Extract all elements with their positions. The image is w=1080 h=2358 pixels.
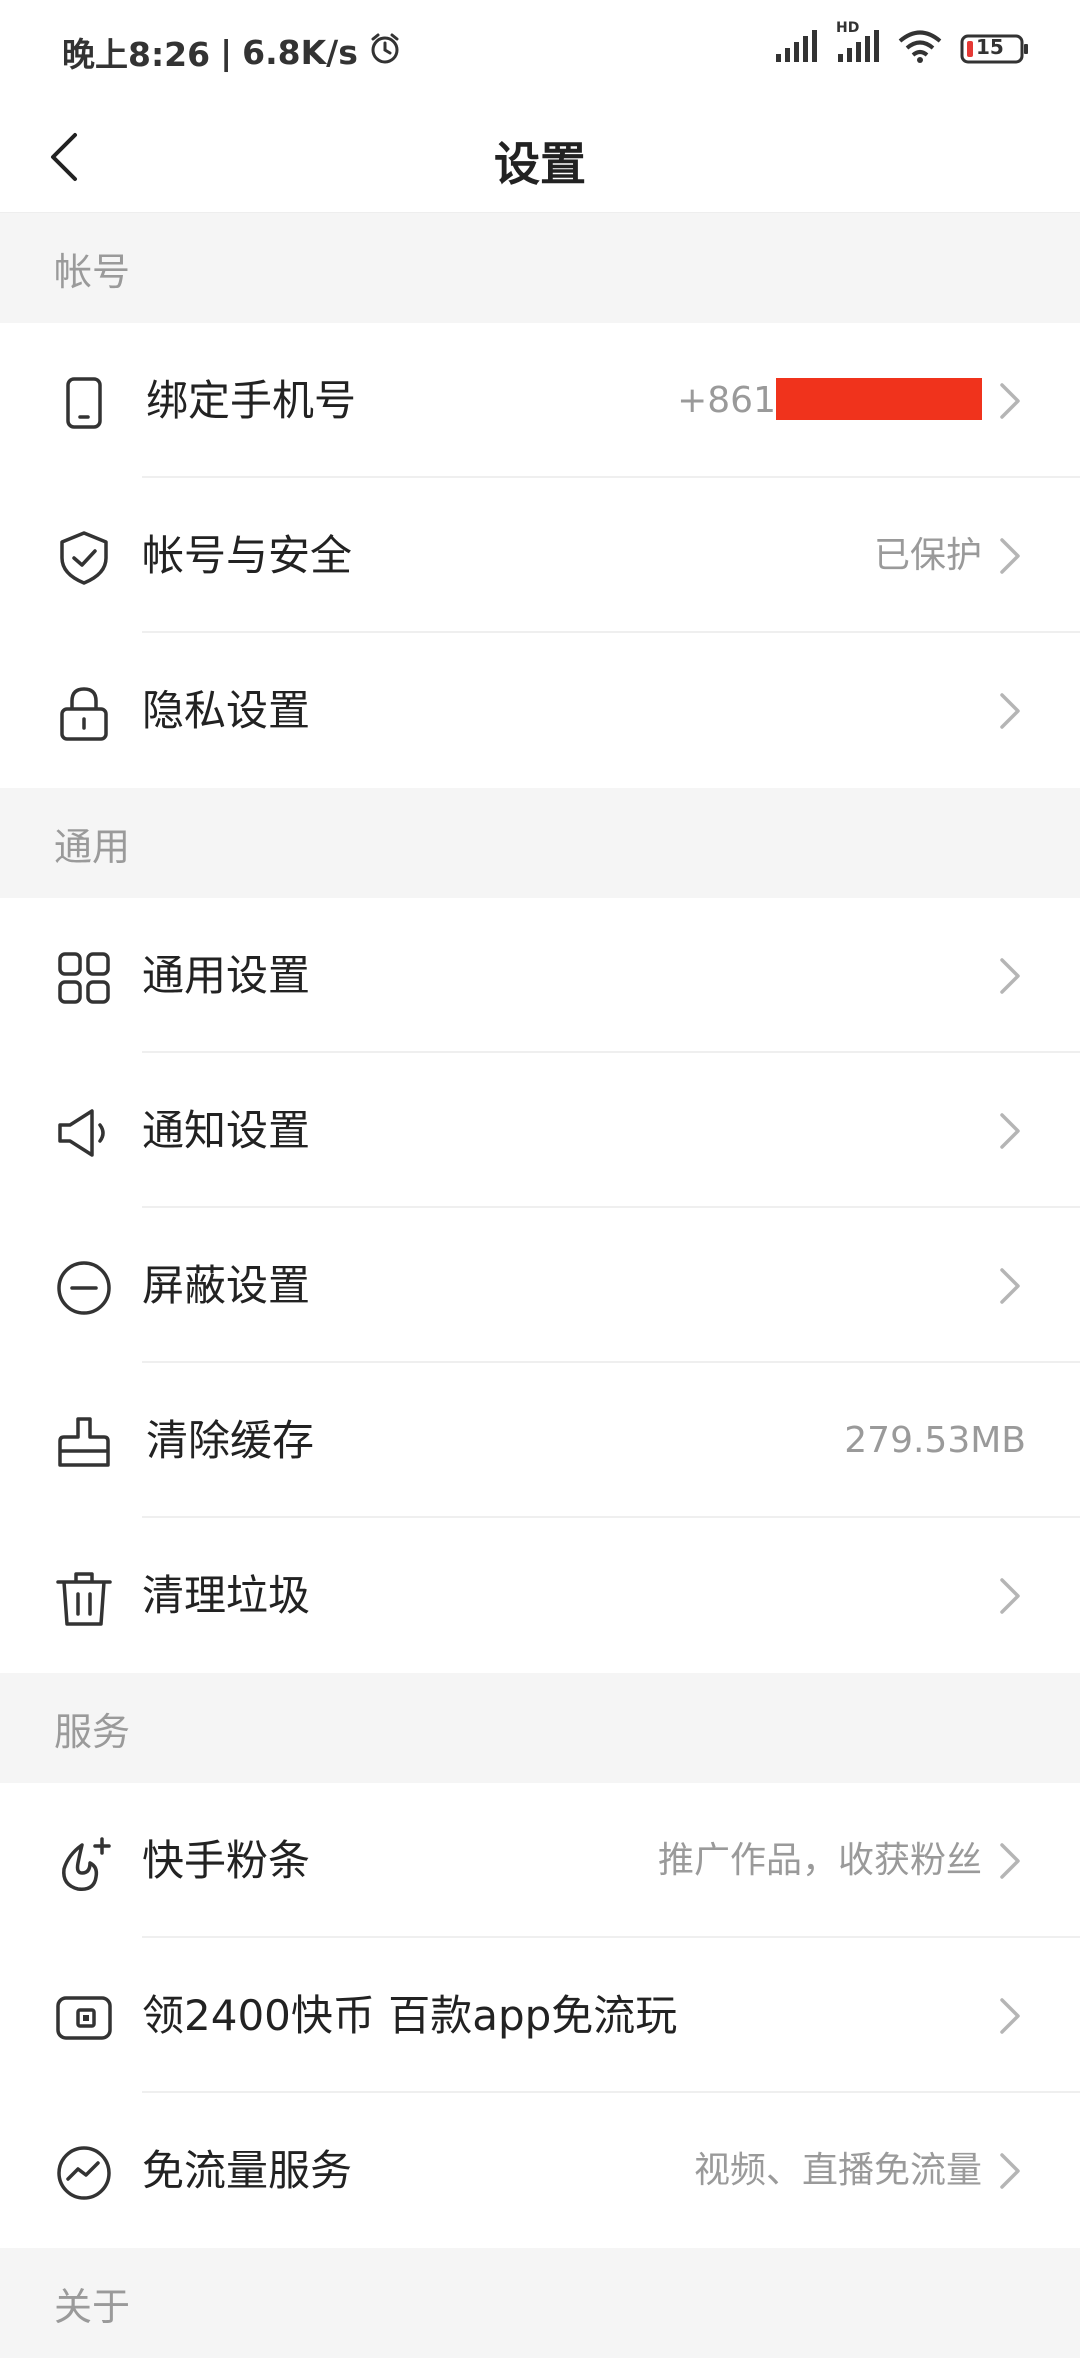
- account-group: 绑定手机号 +861 帐号与安全 已保护 隐私设置: [0, 323, 1080, 788]
- section-header-account: 帐号: [0, 213, 1080, 323]
- section-header-services: 服务: [0, 1673, 1080, 1783]
- chevron-right-icon: [1000, 1843, 1020, 1879]
- row-value-phone: +861: [677, 375, 982, 427]
- row-notification-settings[interactable]: 通知设置: [0, 1053, 1080, 1208]
- chevron-right-icon: [1000, 1998, 1020, 2034]
- row-label: 快手粉条: [142, 1836, 311, 1885]
- row-label: 清理垃圾: [142, 1571, 311, 1620]
- status-net-speed: 6.8K/s: [242, 32, 358, 72]
- shield-check-icon: [54, 528, 114, 588]
- row-label: 帐号与安全: [142, 531, 353, 580]
- row-label: 绑定手机号: [146, 376, 357, 425]
- redacted-phone: [776, 378, 982, 420]
- chevron-right-icon: [1000, 958, 1020, 994]
- grid-icon: [54, 948, 114, 1008]
- alarm-icon: [368, 31, 402, 73]
- status-bar: 晚上8:26 | 6.8K/s HD 15: [0, 0, 1080, 100]
- chevron-right-icon: [1000, 538, 1020, 574]
- hd-label: HD: [836, 20, 860, 36]
- row-label: 屏蔽设置: [142, 1261, 311, 1310]
- status-right: HD 15: [774, 20, 1030, 68]
- signal-hd-icon: HD: [836, 20, 880, 68]
- section-header-about: 关于: [0, 2248, 1080, 2358]
- chevron-right-icon: [1000, 693, 1020, 729]
- row-value: 已保护: [873, 535, 982, 576]
- signal-icon: [774, 30, 818, 68]
- row-clear-cache[interactable]: 清除缓存 279.53MB: [0, 1363, 1080, 1518]
- chevron-right-icon: [1000, 1113, 1020, 1149]
- row-block-settings[interactable]: 屏蔽设置: [0, 1208, 1080, 1363]
- app-bar: 设置: [0, 100, 1080, 213]
- phone-prefix: +861: [677, 380, 776, 421]
- speaker-icon: [54, 1103, 114, 1163]
- row-label: 通用设置: [142, 951, 311, 1000]
- row-data-free-service[interactable]: 免流量服务 视频、直播免流量: [0, 2093, 1080, 2248]
- row-general-settings[interactable]: 通用设置: [0, 898, 1080, 1053]
- row-fan-boost[interactable]: 快手粉条 推广作品，收获粉丝: [0, 1783, 1080, 1938]
- broom-icon: [54, 1413, 114, 1473]
- general-group: 通用设置 通知设置 屏蔽设置 清除缓存 279.53MB 清理垃圾: [0, 898, 1080, 1673]
- data-free-icon: [54, 2143, 114, 2203]
- row-value: 推广作品，收获粉丝: [657, 1840, 982, 1881]
- phone-icon: [54, 373, 114, 433]
- row-kuaibi-promo[interactable]: 领2400快币 百款app免流玩: [0, 1938, 1080, 2093]
- row-label: 领2400快币 百款app免流玩: [142, 1991, 678, 2040]
- chevron-right-icon: [1000, 1268, 1020, 1304]
- chevron-right-icon: [1000, 1578, 1020, 1614]
- row-bind-phone[interactable]: 绑定手机号 +861: [0, 323, 1080, 478]
- fan-boost-icon: [54, 1833, 114, 1893]
- battery-level: 15: [976, 35, 1004, 59]
- wifi-icon: [898, 30, 942, 68]
- services-group: 快手粉条 推广作品，收获粉丝 领2400快币 百款app免流玩 免流量服务 视频…: [0, 1783, 1080, 2248]
- status-separator: |: [220, 32, 233, 72]
- row-privacy[interactable]: 隐私设置: [0, 633, 1080, 788]
- section-header-general: 通用: [0, 788, 1080, 898]
- row-value: 视频、直播免流量: [693, 2150, 982, 2191]
- coin-wallet-icon: [54, 1988, 114, 2048]
- chevron-right-icon: [1000, 2153, 1020, 2189]
- cache-size: 279.53MB: [844, 1420, 1026, 1461]
- battery-icon: 15: [960, 33, 1030, 65]
- row-label: 清除缓存: [146, 1416, 315, 1465]
- block-icon: [54, 1258, 114, 1318]
- row-label: 免流量服务: [142, 2146, 353, 2195]
- row-clean-junk[interactable]: 清理垃圾: [0, 1518, 1080, 1673]
- chevron-right-icon: [1000, 383, 1020, 419]
- status-time: 晚上8:26: [62, 35, 211, 74]
- lock-icon: [54, 683, 114, 743]
- row-account-security[interactable]: 帐号与安全 已保护: [0, 478, 1080, 633]
- status-left: 晚上8:26 | 6.8K/s: [62, 28, 402, 76]
- trash-icon: [54, 1568, 114, 1628]
- page-title: 设置: [494, 137, 586, 191]
- row-label: 隐私设置: [142, 686, 311, 735]
- row-label: 通知设置: [142, 1106, 311, 1155]
